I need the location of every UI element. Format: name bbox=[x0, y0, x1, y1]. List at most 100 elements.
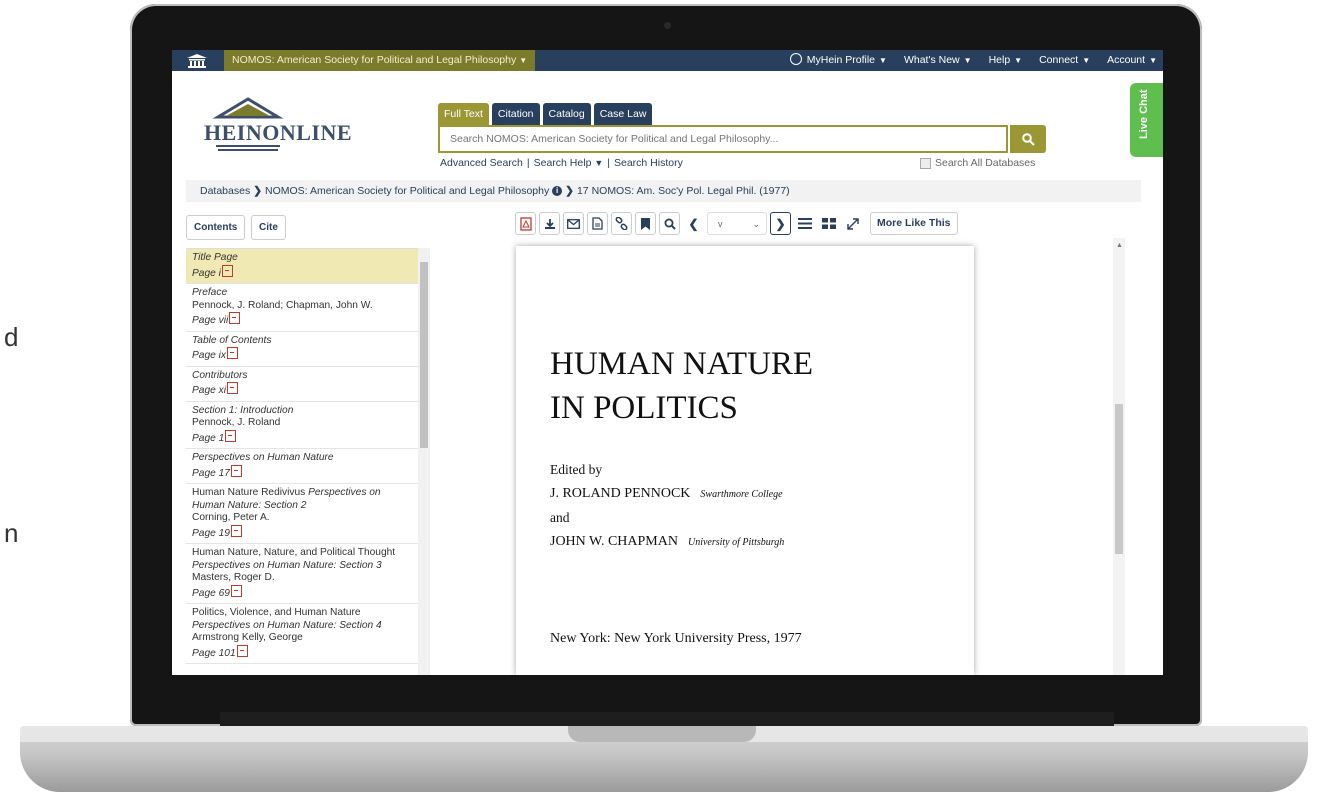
caret-down-icon: ▼ bbox=[879, 56, 887, 65]
page-select[interactable]: v ⌄ bbox=[707, 212, 767, 235]
search-all-databases[interactable]: Search All Databases bbox=[920, 157, 1035, 169]
pdf-icon[interactable] bbox=[230, 584, 242, 597]
toc-item[interactable]: Section 1: Introduction Pennock, J. Rola… bbox=[186, 402, 418, 449]
tab-case-law[interactable]: Case Law bbox=[593, 103, 653, 125]
pdf-icon[interactable] bbox=[236, 644, 248, 657]
toc-author: Masters, Roger D. bbox=[192, 572, 275, 583]
live-chat-button[interactable]: Live Chat bbox=[1130, 83, 1163, 157]
pdf-icon[interactable] bbox=[229, 312, 241, 324]
advanced-search-link[interactable]: Advanced Search bbox=[440, 157, 523, 169]
chevron-right-icon: ❯ bbox=[565, 185, 574, 197]
title-line: IN POLITICS bbox=[550, 390, 738, 426]
page-select-value: v bbox=[718, 219, 723, 229]
chevron-down-icon: ▼ bbox=[594, 158, 604, 168]
toc-author: Pennock, J. Roland bbox=[192, 417, 281, 428]
toc-item[interactable]: Politics, Violence, and Human Nature Per… bbox=[186, 604, 418, 664]
toc-page[interactable]: Page ix bbox=[192, 350, 226, 361]
bookmark-icon[interactable] bbox=[635, 212, 656, 235]
email-icon[interactable] bbox=[563, 212, 584, 235]
list-view-icon[interactable] bbox=[794, 212, 815, 235]
search-help-link[interactable]: Search Help ▼ bbox=[534, 157, 604, 169]
publisher-line: New York: New York University Press, 197… bbox=[550, 631, 802, 646]
chevron-down-icon: ⌄ bbox=[752, 219, 760, 229]
tab-catalog[interactable]: Catalog bbox=[542, 103, 591, 125]
expand-icon[interactable] bbox=[842, 212, 863, 235]
menu-connect[interactable]: Connect ▼ bbox=[1039, 50, 1090, 71]
toc-item[interactable]: Preface Pennock, J. Roland; Chapman, Joh… bbox=[186, 284, 418, 332]
toc-author: Pennock, J. Roland; Chapman, John W. bbox=[192, 299, 373, 311]
toc-item[interactable]: Human Nature Redivivus Perspectives on H… bbox=[186, 484, 418, 544]
pdf-icon[interactable] bbox=[515, 212, 536, 235]
editor-line: JOHN W. CHAPMAN University of Pittsburgh bbox=[550, 534, 784, 550]
database-selector[interactable]: NOMOS: American Society for Political an… bbox=[224, 50, 536, 71]
search-all-label: Search All Databases bbox=[935, 157, 1036, 169]
toc-page[interactable]: Page 19 bbox=[192, 528, 230, 539]
scroll-up-icon[interactable]: ▲ bbox=[1116, 242, 1123, 249]
toc-scrollbar[interactable] bbox=[418, 248, 430, 675]
toc-page[interactable]: Page 1 bbox=[192, 433, 224, 444]
caret-down-icon: ▼ bbox=[1082, 56, 1091, 65]
toc-item[interactable]: Contributors Page xi bbox=[186, 367, 418, 402]
search-help-label: Search Help bbox=[533, 157, 592, 169]
pdf-icon[interactable] bbox=[226, 347, 238, 359]
tab-citation[interactable]: Citation bbox=[491, 103, 540, 125]
toc-item[interactable]: Title Page Page i bbox=[186, 249, 418, 284]
editor-name: JOHN W. CHAPMAN bbox=[550, 534, 678, 549]
pdf-icon[interactable] bbox=[230, 524, 242, 537]
toc-author: Corning, Peter A. bbox=[192, 512, 270, 523]
document-title: HUMAN NATURE IN POLITICS bbox=[550, 342, 813, 430]
viewer-scrollbar[interactable]: ▲ bbox=[1113, 238, 1125, 675]
menu-whats-new[interactable]: What's New ▼ bbox=[904, 50, 972, 71]
menu-myhein-profile[interactable]: MyHein Profile ▼ bbox=[789, 50, 887, 71]
top-nav-menu: MyHein Profile ▼ What's New ▼ Help ▼ Connec… bbox=[789, 50, 1157, 71]
previous-page-icon[interactable]: ❮ bbox=[683, 212, 704, 235]
pdf-icon[interactable] bbox=[226, 382, 238, 394]
pdf-icon[interactable] bbox=[225, 429, 237, 442]
breadcrumb-volume[interactable]: 17 NOMOS: Am. Soc'y Pol. Legal Phil. (19… bbox=[577, 185, 790, 197]
caret-down-icon: ▼ bbox=[1014, 56, 1023, 65]
next-page-icon[interactable]: ❯ bbox=[770, 212, 791, 235]
toc-item[interactable]: Perspectives on Human Nature Page 17 bbox=[186, 449, 418, 484]
search-input[interactable] bbox=[440, 127, 1028, 151]
search-icon bbox=[1021, 132, 1035, 146]
pdf-icon[interactable] bbox=[221, 264, 233, 277]
info-icon[interactable]: i bbox=[552, 186, 563, 197]
search-icon[interactable] bbox=[659, 212, 680, 235]
title-line: HUMAN NATURE bbox=[550, 346, 814, 382]
toc-page[interactable]: Page 69 bbox=[192, 588, 230, 599]
toc-title: Table of Contents bbox=[192, 334, 272, 346]
building-icon[interactable] bbox=[178, 52, 216, 69]
breadcrumb-collection[interactable]: NOMOS: American Society for Political an… bbox=[265, 185, 549, 197]
menu-account[interactable]: Account ▼ bbox=[1107, 50, 1157, 71]
tab-full-text[interactable]: Full Text bbox=[438, 103, 489, 125]
document-icon[interactable] bbox=[587, 212, 608, 235]
toc-page[interactable]: Page xi bbox=[192, 385, 226, 396]
toc-author: Armstrong Kelly, George bbox=[192, 632, 303, 643]
toc-title: Human Nature Redivivus bbox=[192, 487, 306, 498]
toc-item[interactable]: Human Nature, Nature, and Political Thou… bbox=[186, 544, 418, 604]
toc-page[interactable]: Page 101 bbox=[192, 648, 236, 659]
download-icon[interactable] bbox=[539, 212, 560, 235]
viewer-scrollbar-thumb[interactable] bbox=[1115, 404, 1123, 554]
toc-scrollbar-thumb[interactable] bbox=[420, 262, 428, 448]
pdf-icon[interactable] bbox=[230, 464, 242, 477]
breadcrumb-databases[interactable]: Databases bbox=[200, 185, 250, 197]
search-all-checkbox[interactable] bbox=[920, 157, 931, 169]
edited-by: Edited by bbox=[550, 462, 603, 477]
toc-page[interactable]: Page 17 bbox=[192, 468, 230, 479]
cite-button[interactable]: Cite bbox=[251, 215, 286, 240]
link-icon[interactable] bbox=[611, 212, 632, 235]
search-history-link[interactable]: Search History bbox=[614, 157, 683, 169]
more-like-this-button[interactable]: More Like This bbox=[870, 212, 958, 235]
live-chat-label: Live Chat bbox=[1138, 89, 1150, 139]
logo-text: HEINONLINE bbox=[204, 120, 353, 145]
link-separator: | bbox=[607, 157, 610, 169]
toc-page[interactable]: Page vii bbox=[192, 315, 228, 326]
grid-view-icon[interactable] bbox=[818, 212, 839, 235]
search-button[interactable] bbox=[1010, 125, 1046, 153]
contents-button[interactable]: Contents bbox=[186, 215, 246, 240]
toc-item[interactable]: Table of Contents Page ix bbox=[186, 332, 418, 367]
toc-page[interactable]: Page i bbox=[192, 268, 221, 279]
search-tabs: Full Text Citation Catalog Case Law bbox=[438, 103, 653, 125]
menu-help[interactable]: Help ▼ bbox=[989, 50, 1023, 71]
